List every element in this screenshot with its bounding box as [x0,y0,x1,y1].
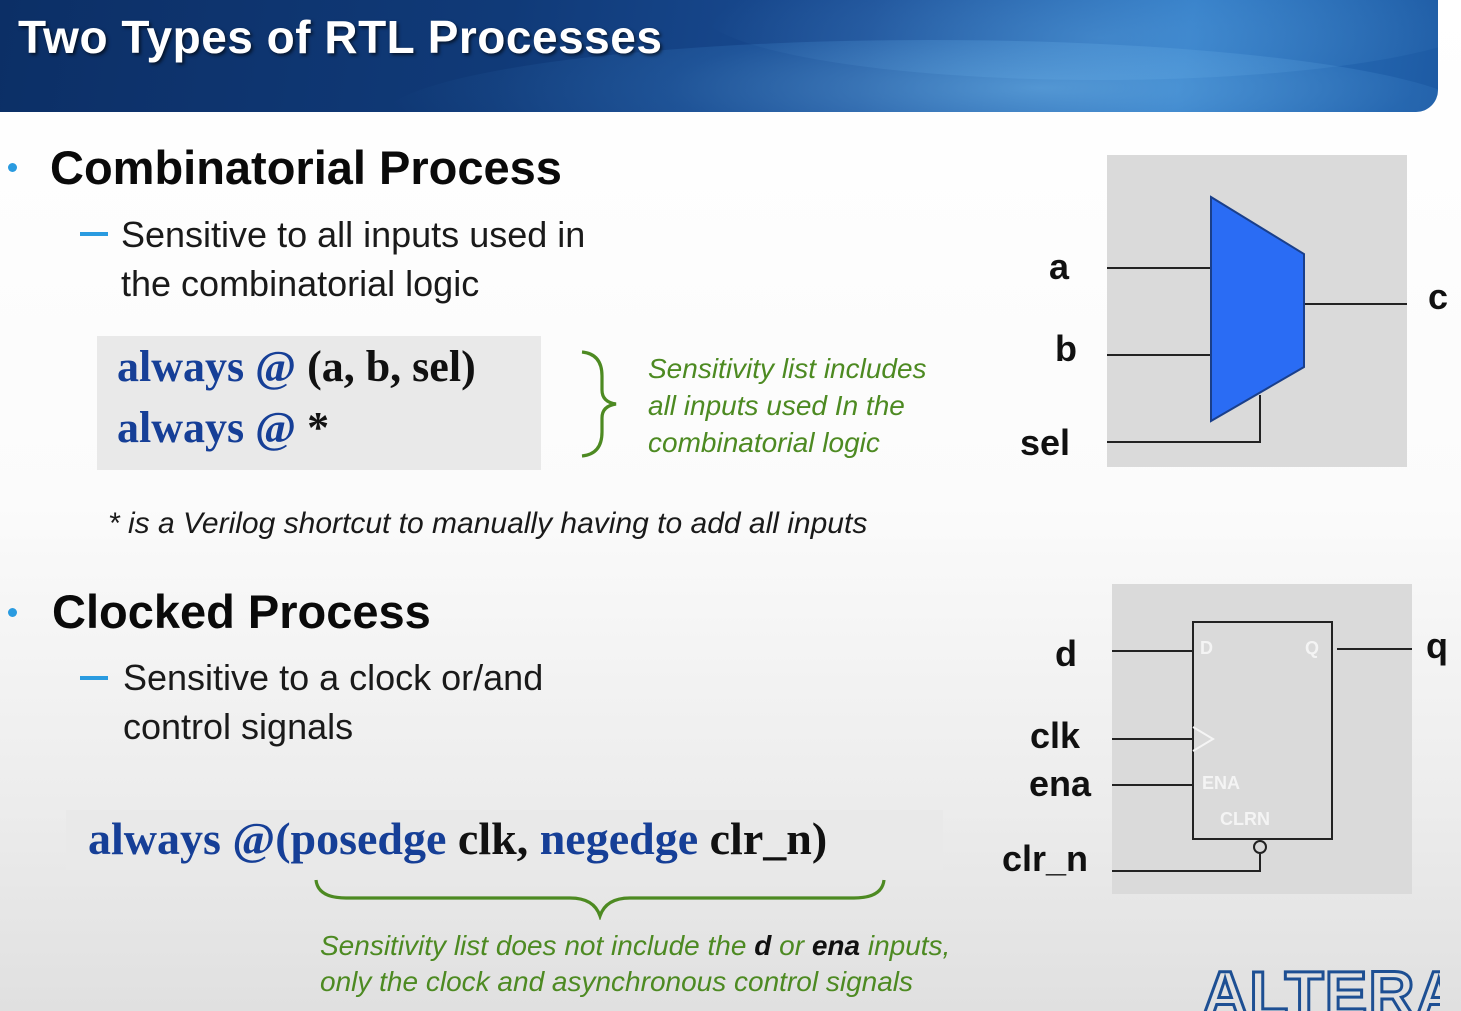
clocked-code-line: always @(posedge clk, negedge clr_n) [88,812,827,865]
keyword-always: always [117,403,245,452]
ff-pin-ena: ENA [1202,773,1240,793]
signal-label-sel: sel [1020,422,1071,463]
dash-combinatorial [80,232,108,236]
signal-label-b: b [1055,328,1077,369]
clocked-note-line2: only the clock and asynchronous control … [320,966,914,997]
clocked-note-part1: Sensitivity list does not include the [320,930,747,961]
flipflop-diagram: D Q ENA CLRN [1112,584,1412,894]
altera-logo: ALTERA. [1201,958,1441,1011]
verilog-footnote: * is a Verilog shortcut to manually havi… [108,507,868,540]
code-clr-n: clr_n) [709,813,828,864]
combinatorial-subtext-line2: the combinatorial logic [121,263,480,304]
combinatorial-note: Sensitivity list includes all inputs use… [648,350,927,461]
altera-logo-text: ALTERA. [1202,958,1440,1011]
signal-label-c: c [1428,276,1449,317]
clocked-heading: Clocked Process [52,585,431,638]
clocked-note: Sensitivity list does not include the d … [320,928,950,1000]
ff-pin-d: D [1200,638,1213,658]
signal-label-clk: clk [1030,715,1081,756]
keyword-at: @ [255,342,297,391]
combinatorial-note-line1: Sensitivity list includes [648,353,927,384]
signal-label-ena: ena [1029,763,1092,804]
clocked-subtext: Sensitive to a clock or/and control sign… [123,653,543,751]
clocked-note-line1: Sensitivity list does not include the d … [320,928,950,964]
dash-clocked [80,676,108,680]
clrn-inversion-bubble [1253,840,1267,854]
combinatorial-note-line3: combinatorial logic [648,427,880,458]
clocked-note-part2: or [779,930,805,961]
keyword-at: @( [232,813,291,864]
combinatorial-note-line2: all inputs used In the [648,390,905,421]
under-brace-icon [314,879,886,920]
signal-label-d: d [1055,633,1077,674]
combinatorial-subtext-line1: Sensitive to all inputs used in [121,214,586,255]
keyword-always: always [88,813,221,864]
clocked-note-bold-d: d [754,930,772,961]
combinatorial-code-line2: always @ * [117,402,329,453]
keyword-negedge: negedge [539,813,699,864]
signal-label-clr-n: clr_n [1002,838,1089,879]
bullet-dot-clocked [8,608,17,617]
combinatorial-code-line1: always @ (a, b, sel) [117,341,476,392]
title-banner: Two Types of RTL Processes [0,0,1438,112]
clocked-note-part3: inputs, [867,930,951,961]
bullet-dot-combinatorial [8,163,17,172]
keyword-posedge: posedge [290,813,447,864]
clocked-subtext-line2: control signals [123,706,354,747]
combinatorial-subtext: Sensitive to all inputs used in the comb… [121,210,585,308]
signal-label-q: q [1426,625,1448,666]
ff-pin-q: Q [1305,638,1319,658]
code-clk: clk, [457,813,529,864]
combinatorial-heading: Combinatorial Process [50,141,562,194]
right-brace-icon [581,350,617,458]
keyword-at: @ [255,403,297,452]
code-star: * [307,403,330,452]
ff-pin-clrn: CLRN [1220,809,1270,829]
clocked-note-bold-ena: ena [811,930,861,961]
slide-title: Two Types of RTL Processes [18,11,663,63]
signal-label-a: a [1049,246,1070,287]
mux-diagram [1107,155,1407,467]
code-sensitivity-list: (a, b, sel) [307,342,476,391]
clocked-subtext-line1: Sensitive to a clock or/and [123,657,544,698]
keyword-always: always [117,342,245,391]
